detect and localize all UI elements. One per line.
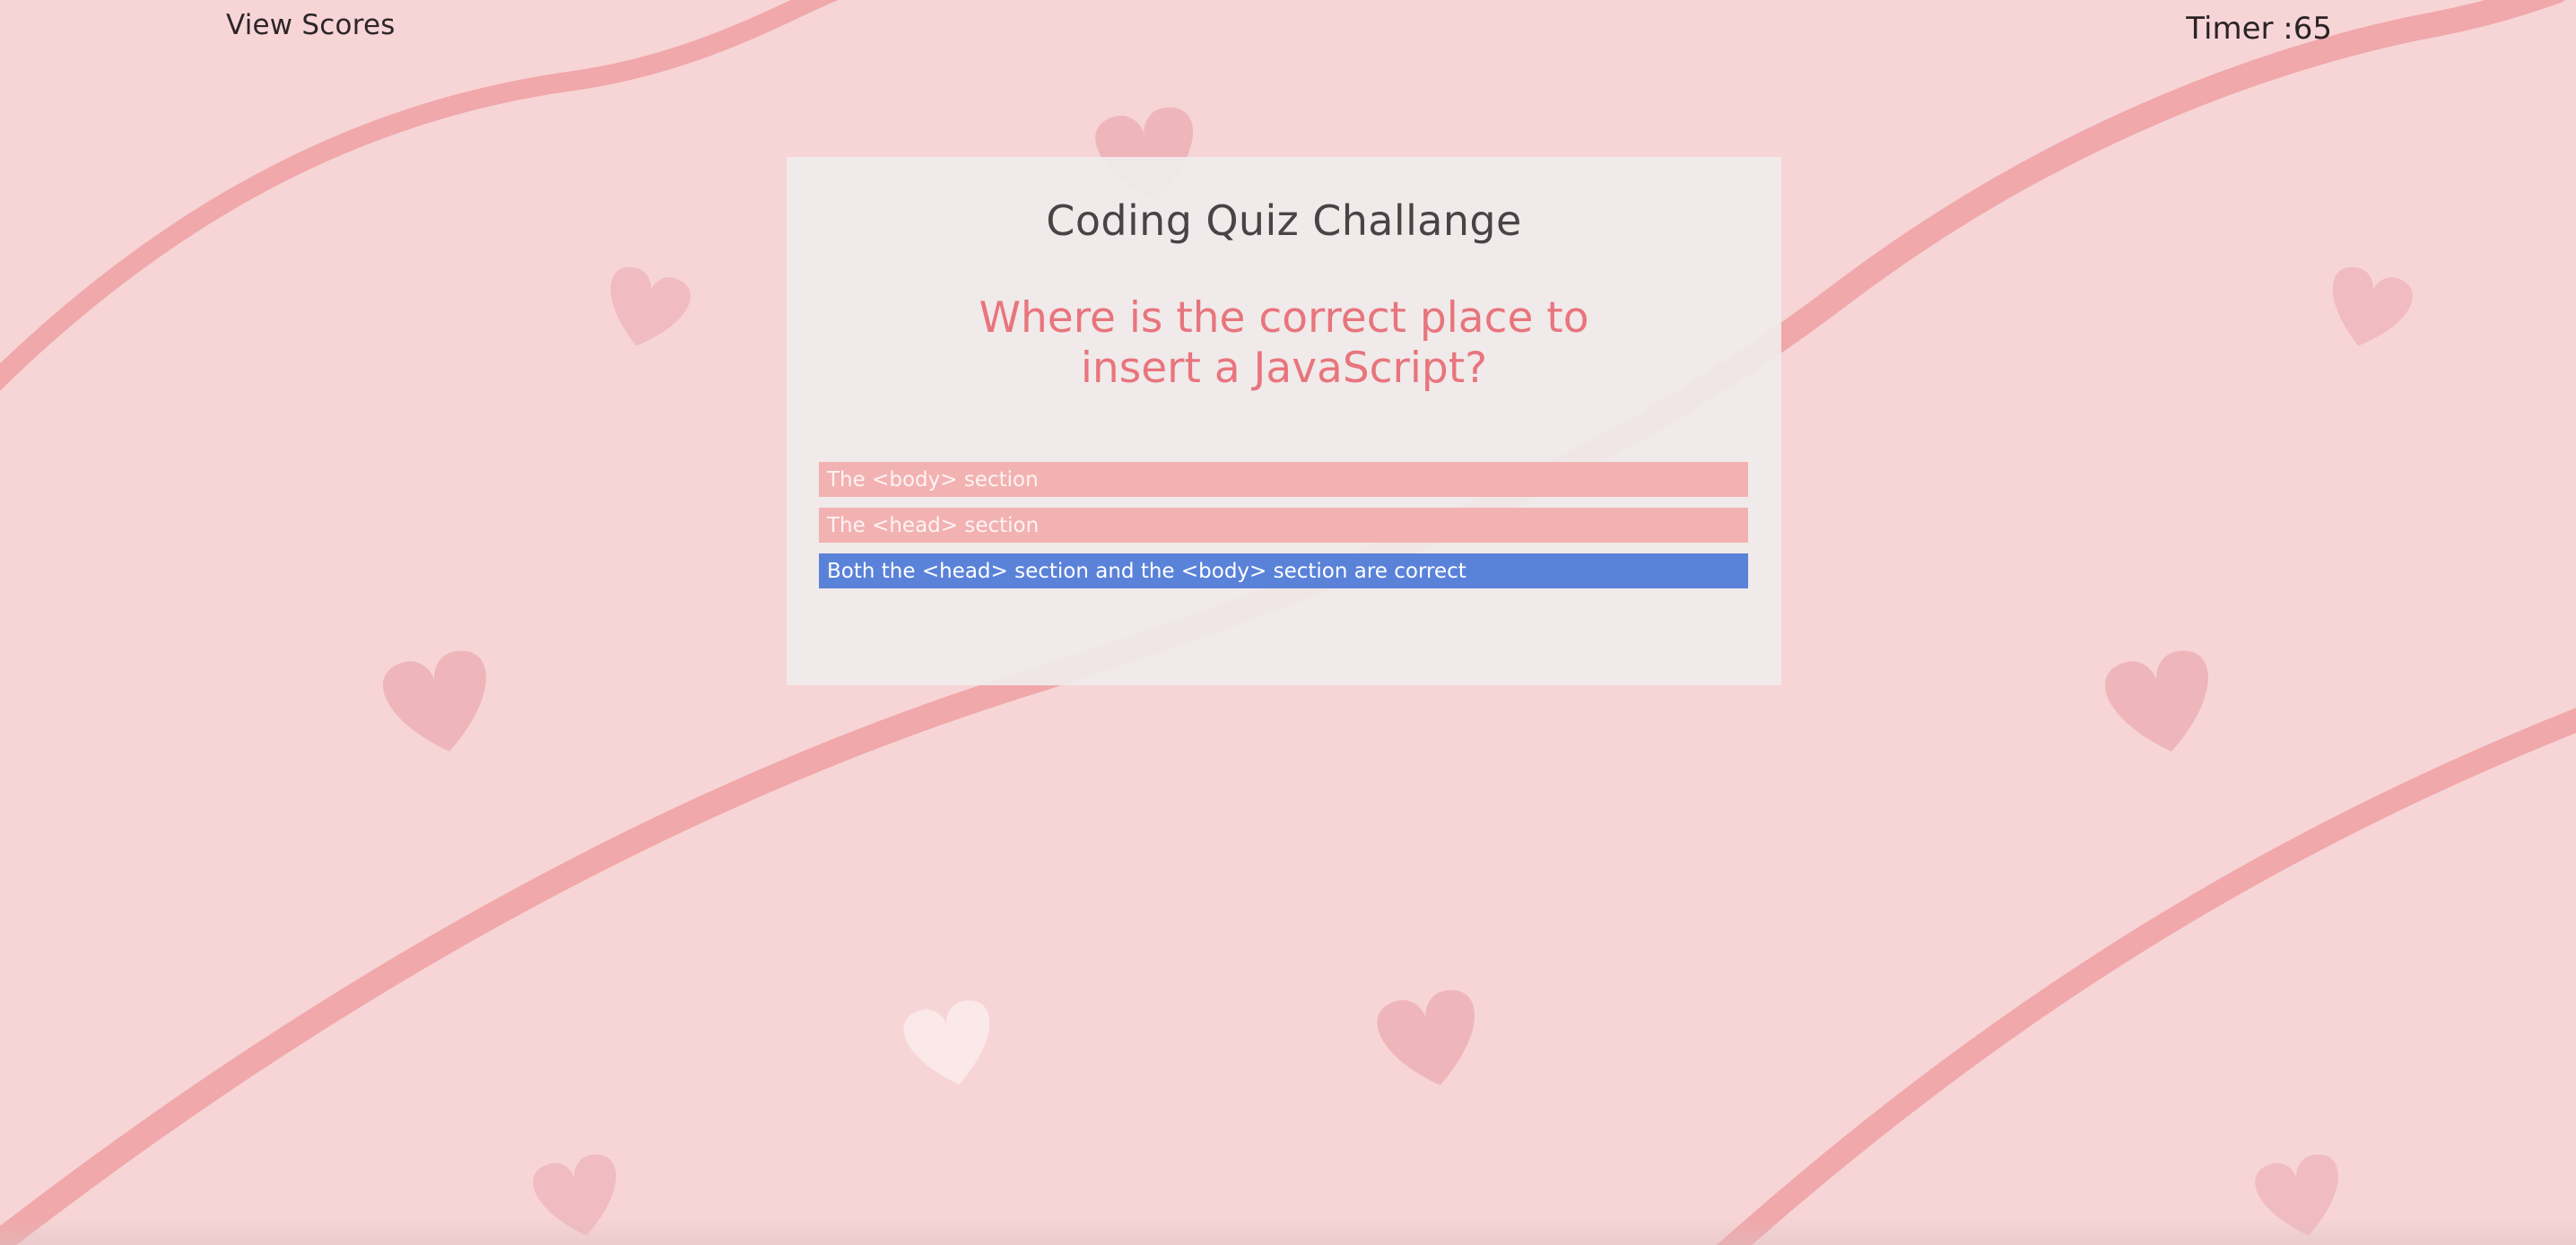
answer-choice-3[interactable]: Both the <head> section and the <body> s… [819,553,1748,588]
view-scores-link[interactable]: View Scores [226,9,396,41]
ribbon-stripe [1716,708,2576,1245]
answer-choices: The <body> section The <head> section Bo… [819,462,1748,599]
heart-icon [2332,266,2413,346]
heart-icon [2105,650,2208,752]
heart-icon [383,650,486,752]
ribbon-stripe [0,0,839,391]
answer-choice-1[interactable]: The <body> section [819,462,1748,497]
quiz-card: Coding Quiz Challange Where is the corre… [787,157,1781,685]
heart-icon [903,1000,990,1085]
quiz-title: Coding Quiz Challange [1046,196,1522,245]
timer-display: Timer :65 [2186,11,2332,47]
heart-icon [1377,989,1475,1085]
question-text: Where is the correct place to insert a J… [979,293,1589,393]
bottom-shadow [0,1218,2576,1245]
heart-icon [610,266,691,346]
answer-choice-2[interactable]: The <head> section [819,508,1748,543]
